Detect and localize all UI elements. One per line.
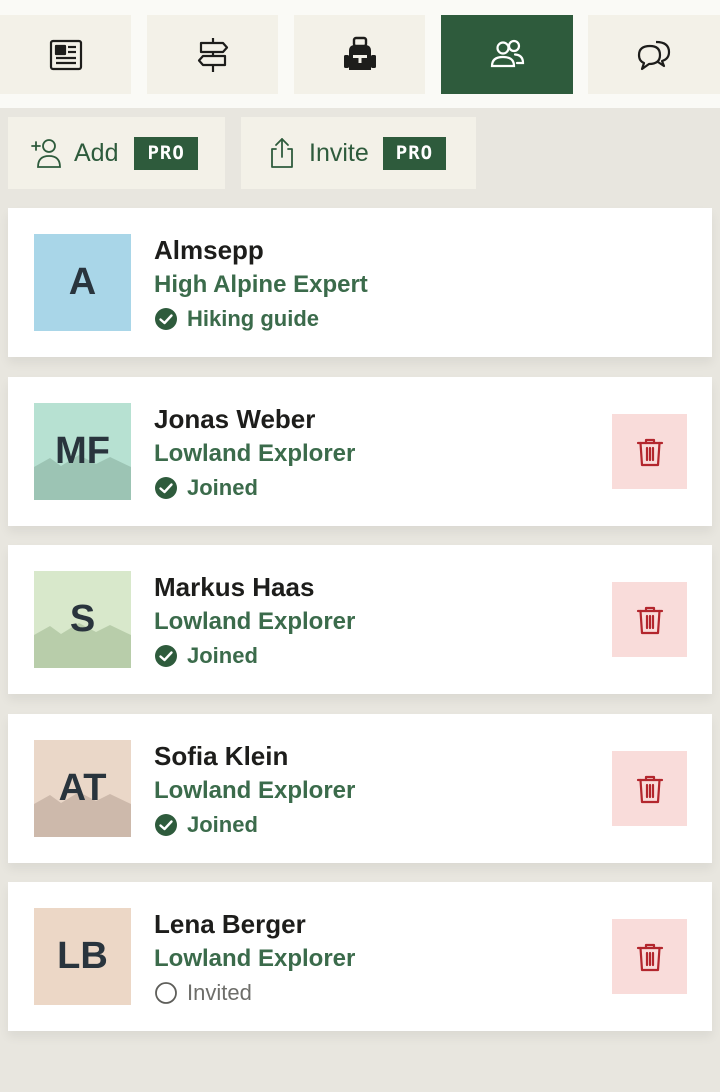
trash-icon xyxy=(636,943,663,971)
avatar: AT xyxy=(34,740,131,837)
delete-member-button[interactable] xyxy=(612,751,687,826)
member-status: Joined xyxy=(154,475,258,501)
member-role: Lowland Explorer xyxy=(154,777,356,804)
pro-badge: PRO xyxy=(134,136,198,170)
status-label: Joined xyxy=(187,643,258,668)
delete-member-button[interactable] xyxy=(612,919,687,994)
avatar-initials: A xyxy=(68,261,97,303)
trash-icon xyxy=(636,775,663,803)
check-circle-icon xyxy=(155,308,177,330)
member-status: Joined xyxy=(154,812,258,838)
status-label: Joined xyxy=(187,475,258,500)
trash-icon xyxy=(636,606,663,634)
check-circle-icon xyxy=(155,477,177,499)
avatar: A xyxy=(34,234,131,331)
tab-routes[interactable] xyxy=(147,15,278,94)
backpack-icon xyxy=(343,36,376,70)
delete-member-button[interactable] xyxy=(612,582,687,657)
status-label: Joined xyxy=(187,812,258,837)
avatar-initials: AT xyxy=(58,767,107,809)
newspaper-icon xyxy=(49,39,82,70)
add-label: Add xyxy=(74,138,119,167)
member-card[interactable]: LB Lena Berger Lowland Explorer Invited xyxy=(8,882,712,1031)
avatar: MF xyxy=(34,403,131,500)
member-role: High Alpine Expert xyxy=(154,271,368,298)
tab-chat[interactable] xyxy=(588,15,720,94)
member-name: Sofia Klein xyxy=(154,741,289,771)
add-member-button[interactable]: Add PRO xyxy=(8,117,225,189)
pro-badge: PRO xyxy=(382,136,447,170)
member-name: Jonas Weber xyxy=(154,404,316,434)
member-card[interactable]: S Markus Haas Lowland Explorer Joined xyxy=(8,545,712,694)
avatar-initials: MF xyxy=(55,430,110,472)
tab-members[interactable] xyxy=(441,15,573,94)
member-role: Lowland Explorer xyxy=(154,440,356,467)
member-status: Joined xyxy=(154,643,258,669)
member-name: Markus Haas xyxy=(154,572,315,602)
tab-news[interactable] xyxy=(0,15,131,94)
member-role: Lowland Explorer xyxy=(154,945,356,972)
chat-bubbles-icon xyxy=(637,40,671,70)
action-bar: Add PRO Invite PRO xyxy=(0,117,720,189)
invite-button[interactable]: Invite PRO xyxy=(241,117,476,189)
avatar: S xyxy=(34,571,131,668)
signpost-icon xyxy=(197,37,228,72)
member-card[interactable]: MF Jonas Weber Lowland Explorer Joined xyxy=(8,377,712,526)
avatar-initials: S xyxy=(69,598,96,640)
member-name: Almsepp xyxy=(154,235,264,265)
invite-label: Invite xyxy=(309,138,369,167)
status-label: Hiking guide xyxy=(187,306,319,331)
avatar-initials: LB xyxy=(57,935,108,977)
member-role: Lowland Explorer xyxy=(154,608,356,635)
member-status: Invited xyxy=(154,980,252,1006)
add-person-icon xyxy=(31,139,61,168)
check-circle-icon xyxy=(155,814,177,836)
member-card[interactable]: A Almsepp High Alpine Expert Hiking guid… xyxy=(8,208,712,357)
avatar: LB xyxy=(34,908,131,1005)
trash-icon xyxy=(636,438,663,466)
people-icon xyxy=(490,39,525,67)
member-name: Lena Berger xyxy=(154,909,306,939)
tab-gear[interactable] xyxy=(294,15,425,94)
member-card[interactable]: AT Sofia Klein Lowland Explorer Joined xyxy=(8,714,712,863)
delete-member-button[interactable] xyxy=(612,414,687,489)
top-navigation xyxy=(0,0,720,108)
pending-circle-icon xyxy=(155,982,177,1004)
share-icon xyxy=(271,138,293,168)
check-circle-icon xyxy=(155,645,177,667)
member-status: Hiking guide xyxy=(154,306,319,332)
status-label: Invited xyxy=(187,980,252,1005)
